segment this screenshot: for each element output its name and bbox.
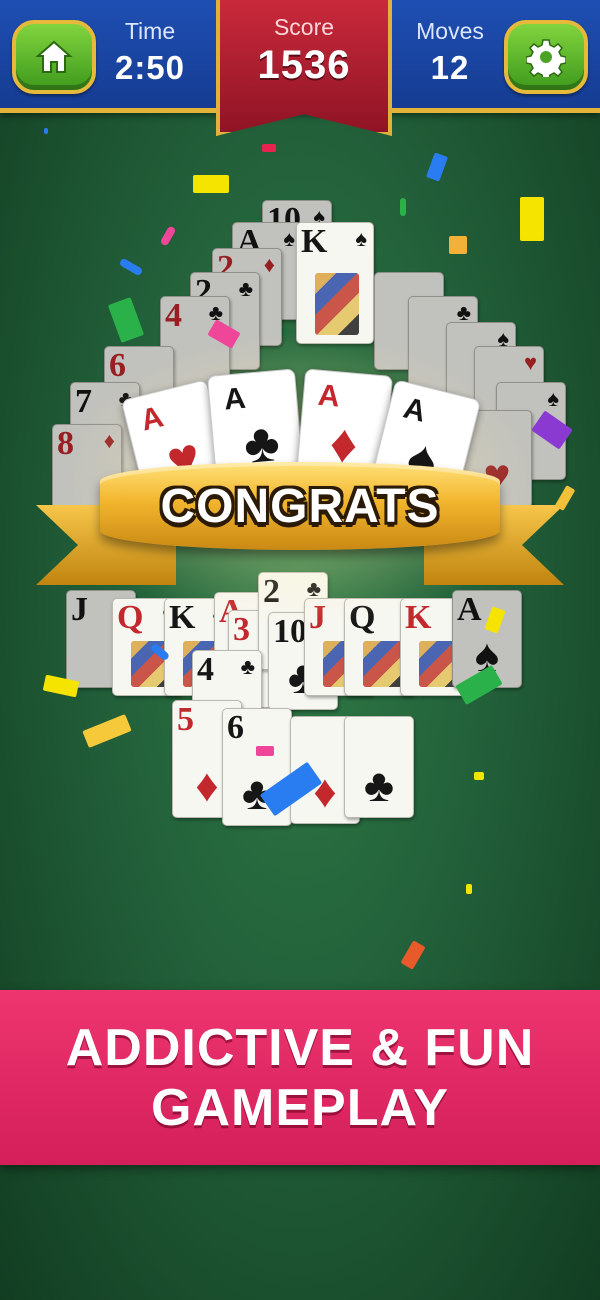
time-value: 2:50 <box>114 49 186 86</box>
moves-label: Moves <box>416 18 484 44</box>
promo-banner: ADDICTIVE & FUN GAMEPLAY <box>0 990 600 1165</box>
promo-line-1: ADDICTIVE & FUN <box>65 1018 535 1077</box>
card: ♣ <box>344 716 414 818</box>
king-face-art <box>315 273 359 335</box>
home-button[interactable] <box>12 20 96 94</box>
promo-line-2: GAMEPLAY <box>151 1078 449 1137</box>
time-display: Time 2:50 <box>90 18 210 87</box>
congrats-text: CONGRATS <box>160 479 440 533</box>
score-value: 1536 <box>257 43 351 87</box>
settings-button[interactable] <box>504 20 588 94</box>
card: K ♠ <box>296 222 374 344</box>
congrats-banner: CONGRATS <box>100 462 500 550</box>
moves-display: Moves 12 <box>390 18 510 87</box>
time-label: Time <box>124 18 176 44</box>
score-display: Score 1536 <box>216 14 392 88</box>
moves-value: 12 <box>430 49 470 86</box>
home-icon <box>35 40 73 73</box>
score-label: Score <box>273 14 335 40</box>
gear-icon <box>526 39 566 77</box>
